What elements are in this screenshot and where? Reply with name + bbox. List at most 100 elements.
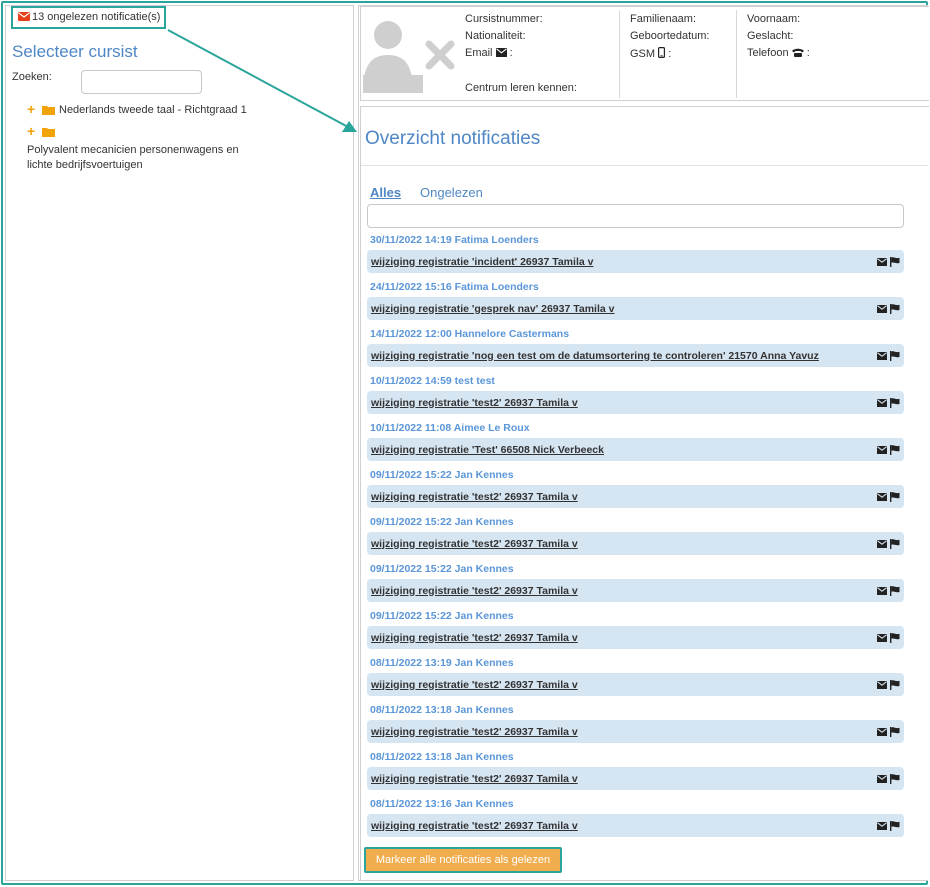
notification-subject-link[interactable]: wijziging registratie 'Test' 66508 Nick … [371,444,604,456]
notification-header: 24/11/2022 15:16 Fatima Loenders [370,281,539,293]
unread-notifications-link[interactable]: 13 ongelezen notificatie(s) [11,6,167,29]
tree-item-label: Polyvalent mecanicien personenwagens en … [27,144,239,171]
notification-subject-link[interactable]: wijziging registratie 'test2' 26937 Tami… [371,585,578,597]
notification-item: 09/11/2022 15:22 Jan Kennes wijziging re… [367,467,904,508]
envelope-icon[interactable] [877,304,887,313]
flag-icon[interactable] [890,679,900,690]
envelope-icon[interactable] [877,633,887,642]
envelope-icon[interactable] [877,445,887,454]
notification-row[interactable]: wijziging registratie 'gesprek nav' 2693… [367,297,904,320]
flag-icon[interactable] [890,397,900,408]
flag-icon[interactable] [890,773,900,784]
notification-subject-link[interactable]: wijziging registratie 'test2' 26937 Tami… [371,820,578,832]
envelope-icon[interactable] [877,680,887,689]
select-student-title: Selecteer cursist [12,42,138,61]
flag-icon[interactable] [890,491,900,502]
notification-row[interactable]: wijziging registratie 'test2' 26937 Tami… [367,814,904,837]
phone-label-row: Telefoon : [747,47,810,59]
learning-center-label: Centrum leren kennen: [465,82,577,94]
notification-header: 08/11/2022 13:18 Jan Kennes [370,704,514,716]
notification-row[interactable]: wijziging registratie 'Test' 66508 Nick … [367,438,904,461]
notification-item: 08/11/2022 13:16 Jan Kennes wijziging re… [367,796,904,837]
envelope-icon[interactable] [877,539,887,548]
notification-subject-link[interactable]: wijziging registratie 'test2' 26937 Tami… [371,491,578,503]
email-label: Email [465,47,493,59]
envelope-icon[interactable] [877,727,887,736]
envelope-icon[interactable] [877,821,887,830]
envelope-icon[interactable] [877,774,887,783]
notification-item: 08/11/2022 13:19 Jan Kennes wijziging re… [367,655,904,696]
envelope-icon[interactable] [877,586,887,595]
flag-icon[interactable] [890,350,900,361]
flag-icon[interactable] [890,444,900,455]
no-avatar-icon [363,21,455,93]
profile-divider [619,10,620,98]
nationality-label: Nationaliteit: [465,30,526,42]
folder-icon [42,128,55,137]
envelope-icon[interactable] [877,492,887,501]
notification-header: 08/11/2022 13:16 Jan Kennes [370,798,514,810]
notification-row[interactable]: wijziging registratie 'test2' 26937 Tami… [367,673,904,696]
notification-subject-link[interactable]: wijziging registratie 'gesprek nav' 2693… [371,303,614,315]
mobile-phone-icon [658,47,666,59]
notification-item: 09/11/2022 15:22 Jan Kennes wijziging re… [367,561,904,602]
flag-icon[interactable] [890,820,900,831]
notification-item: 09/11/2022 15:22 Jan Kennes wijziging re… [367,608,904,649]
flag-icon[interactable] [890,585,900,596]
envelope-icon [495,48,507,57]
gsm-label-row: GSM : [630,47,671,60]
notification-subject-link[interactable]: wijziging registratie 'test2' 26937 Tami… [371,538,578,550]
search-label: Zoeken: [12,71,52,83]
notification-subject-link[interactable]: wijziging registratie 'test2' 26937 Tami… [371,726,578,738]
tab-unread[interactable]: Ongelezen [420,185,483,200]
envelope-icon[interactable] [877,257,887,266]
expand-plus-icon[interactable]: + [27,124,38,138]
notification-item: 10/11/2022 14:59 test test wijziging reg… [367,373,904,414]
student-search-input[interactable] [81,70,202,94]
notification-row[interactable]: wijziging registratie 'nog een test om d… [367,344,904,367]
notification-header: 08/11/2022 13:18 Jan Kennes [370,751,514,763]
notification-row[interactable]: wijziging registratie 'test2' 26937 Tami… [367,767,904,790]
tab-all[interactable]: Alles [370,185,401,200]
notification-subject-link[interactable]: wijziging registratie 'incident' 26937 T… [371,256,593,268]
notification-item: 09/11/2022 15:22 Jan Kennes wijziging re… [367,514,904,555]
notification-item: 14/11/2022 12:00 Hannelore Castermans wi… [367,326,904,367]
tree-item-mechanic-course[interactable]: + [27,124,55,138]
envelope-icon[interactable] [877,398,887,407]
notification-row[interactable]: wijziging registratie 'incident' 26937 T… [367,250,904,273]
flag-icon[interactable] [890,303,900,314]
notification-header: 09/11/2022 15:22 Jan Kennes [370,563,514,575]
notification-subject-link[interactable]: wijziging registratie 'test2' 26937 Tami… [371,397,578,409]
notification-subject-link[interactable]: wijziging registratie 'nog een test om d… [371,350,819,362]
unread-notifications-label: 13 ongelezen notificatie(s) [32,11,161,23]
flag-icon[interactable] [890,256,900,267]
flag-icon[interactable] [890,538,900,549]
notification-header: 08/11/2022 13:19 Jan Kennes [370,657,514,669]
notification-header: 14/11/2022 12:00 Hannelore Castermans [370,328,570,340]
envelope-icon[interactable] [877,351,887,360]
envelope-icon [18,12,30,21]
notification-row[interactable]: wijziging registratie 'test2' 26937 Tami… [367,579,904,602]
expand-plus-icon[interactable]: + [27,102,38,116]
notification-subject-link[interactable]: wijziging registratie 'test2' 26937 Tami… [371,632,578,644]
birth-date-label: Geboortedatum: [630,30,710,42]
notification-subject-link[interactable]: wijziging registratie 'test2' 26937 Tami… [371,679,578,691]
flag-icon[interactable] [890,726,900,737]
notification-header: 09/11/2022 15:22 Jan Kennes [370,516,514,528]
notification-header: 30/11/2022 14:19 Fatima Loenders [370,234,539,246]
folder-icon [42,106,55,115]
notification-row[interactable]: wijziging registratie 'test2' 26937 Tami… [367,626,904,649]
notification-filter-input[interactable] [367,204,904,228]
tree-item-label: Nederlands tweede taal - Richtgraad 1 [59,104,247,116]
notification-subject-link[interactable]: wijziging registratie 'test2' 26937 Tami… [371,773,578,785]
flag-icon[interactable] [890,632,900,643]
notification-item: 08/11/2022 13:18 Jan Kennes wijziging re… [367,702,904,743]
telephone-icon [791,48,804,57]
notification-item: 30/11/2022 14:19 Fatima Loenders wijzigi… [367,232,904,273]
tree-item-dutch-course[interactable]: + Nederlands tweede taal - Richtgraad 1 [27,102,247,116]
notification-row[interactable]: wijziging registratie 'test2' 26937 Tami… [367,532,904,555]
notification-row[interactable]: wijziging registratie 'test2' 26937 Tami… [367,391,904,414]
notification-row[interactable]: wijziging registratie 'test2' 26937 Tami… [367,485,904,508]
notification-row[interactable]: wijziging registratie 'test2' 26937 Tami… [367,720,904,743]
mark-all-read-button[interactable]: Markeer alle notificaties als gelezen [364,847,562,873]
